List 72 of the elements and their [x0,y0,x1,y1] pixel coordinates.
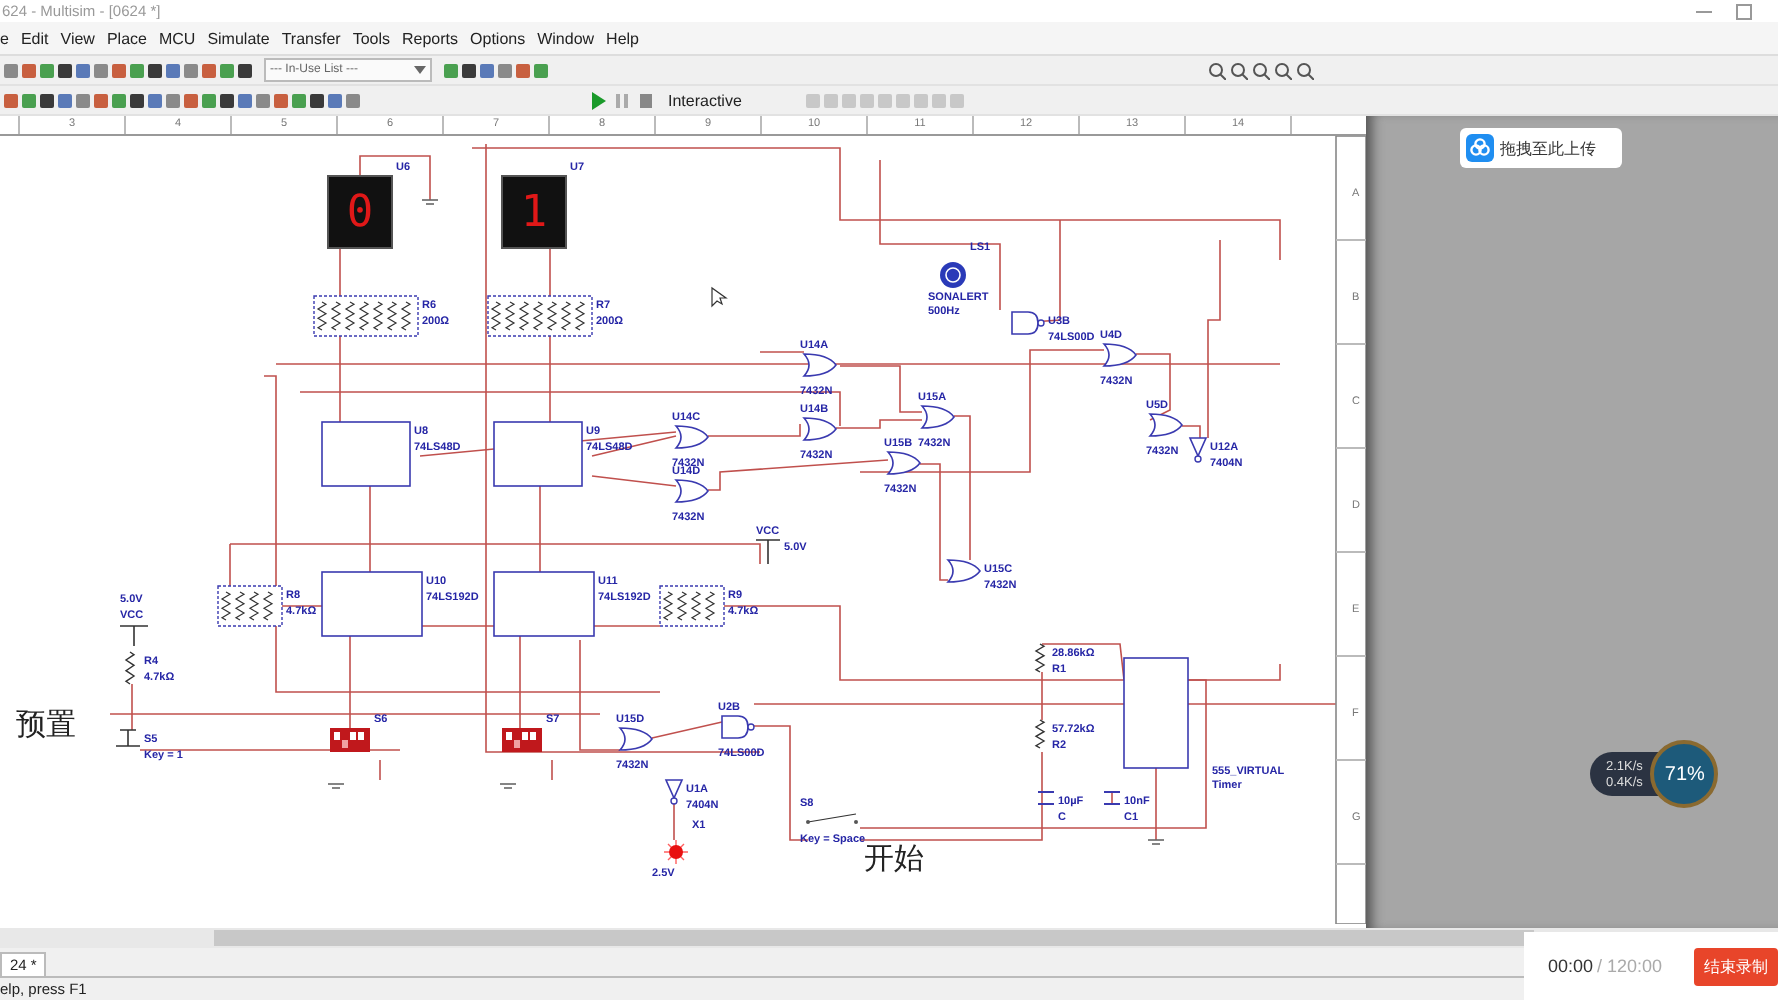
horizontal-scrollbar[interactable] [214,930,1534,946]
resistor-pack-symbol[interactable] [659,585,725,627]
switch-symbol[interactable] [806,813,858,824]
zoom-icon[interactable] [1208,61,1226,79]
seven-segment-display[interactable] [501,175,567,249]
capacitor-symbol[interactable] [1037,791,1055,805]
interactive-mode-button[interactable]: Interactive [668,91,742,109]
menu-item[interactable]: Options [470,29,526,47]
ic-chip[interactable] [321,571,423,637]
resistor-pack-symbol[interactable] [487,295,593,337]
or-gate-symbol[interactable] [887,451,921,475]
zoom-icon[interactable] [1252,61,1270,79]
usage-percent: 71% [1650,740,1719,808]
resistor-symbol[interactable] [1034,719,1046,749]
menu-item[interactable]: Window [537,29,595,47]
buzzer-symbol[interactable] [940,262,966,288]
display-digit: 0 [346,188,374,238]
display-digit: 1 [520,188,548,238]
stop-icon[interactable] [638,91,654,109]
upload-button[interactable]: 拖拽至此上传 [1460,128,1622,168]
menu-item[interactable]: Help [606,29,639,47]
or-gate-symbol[interactable] [1149,413,1183,437]
menu-item[interactable]: Simulate [207,29,270,47]
stop-recording-button[interactable]: 结束录制 [1694,947,1778,985]
probe-lamp-symbol[interactable] [663,839,689,865]
vcc-symbol[interactable] [755,539,781,565]
inverter-symbol[interactable] [664,779,684,805]
menu-item[interactable]: e [0,29,9,47]
menu-item[interactable]: Tools [352,29,390,47]
menu-item[interactable]: Reports [402,29,459,47]
nand-gate-symbol[interactable] [1011,311,1045,335]
caret-icon [414,66,426,74]
capacitor-symbol[interactable] [1103,791,1121,805]
resistor-pack-symbol[interactable] [217,585,283,627]
cloud-icon [1466,134,1494,162]
menu-item[interactable]: View [60,29,95,47]
annotation-text: 开始 [864,840,924,876]
menu-item[interactable]: Place [106,29,147,47]
inverter-symbol[interactable] [1188,437,1208,463]
annotation-text: 预置 [16,706,76,742]
pushbutton-symbol[interactable] [115,729,141,747]
dip-switch[interactable] [330,728,370,752]
zoom-icon[interactable] [1230,61,1248,79]
run-icon[interactable] [590,91,606,109]
nand-gate-symbol[interactable] [721,715,755,739]
timer-chip[interactable] [1123,657,1189,769]
or-gate-symbol[interactable] [803,353,837,377]
zoom-icon[interactable] [1274,61,1292,79]
or-gate-symbol[interactable] [675,479,709,503]
menu-item[interactable]: MCU [158,29,196,47]
ic-chip[interactable] [493,421,583,487]
resistor-pack-symbol[interactable] [313,295,419,337]
time-limit: / 120:00 [1597,956,1663,976]
ic-chip[interactable] [321,421,411,487]
resistor-symbol[interactable] [1034,643,1046,673]
or-gate-symbol[interactable] [921,405,955,429]
or-gate-symbol[interactable] [619,727,653,751]
or-gate-symbol[interactable] [803,417,837,441]
dip-switch[interactable] [502,728,542,752]
ic-chip[interactable] [493,571,595,637]
resistor-symbol[interactable] [124,651,136,685]
maximize-icon[interactable] [1734,3,1754,19]
vcc-symbol[interactable] [119,625,149,647]
menu-item[interactable]: Edit [20,29,49,47]
mouse-cursor-icon [711,286,728,308]
elapsed-time: 00:00 [1548,956,1594,976]
zoom-icon[interactable] [1296,61,1314,79]
or-gate-symbol[interactable] [675,425,709,449]
seven-segment-display[interactable] [327,175,393,249]
menu-item[interactable]: Transfer [281,29,341,47]
or-gate-symbol[interactable] [947,559,981,583]
or-gate-symbol[interactable] [1103,343,1137,367]
